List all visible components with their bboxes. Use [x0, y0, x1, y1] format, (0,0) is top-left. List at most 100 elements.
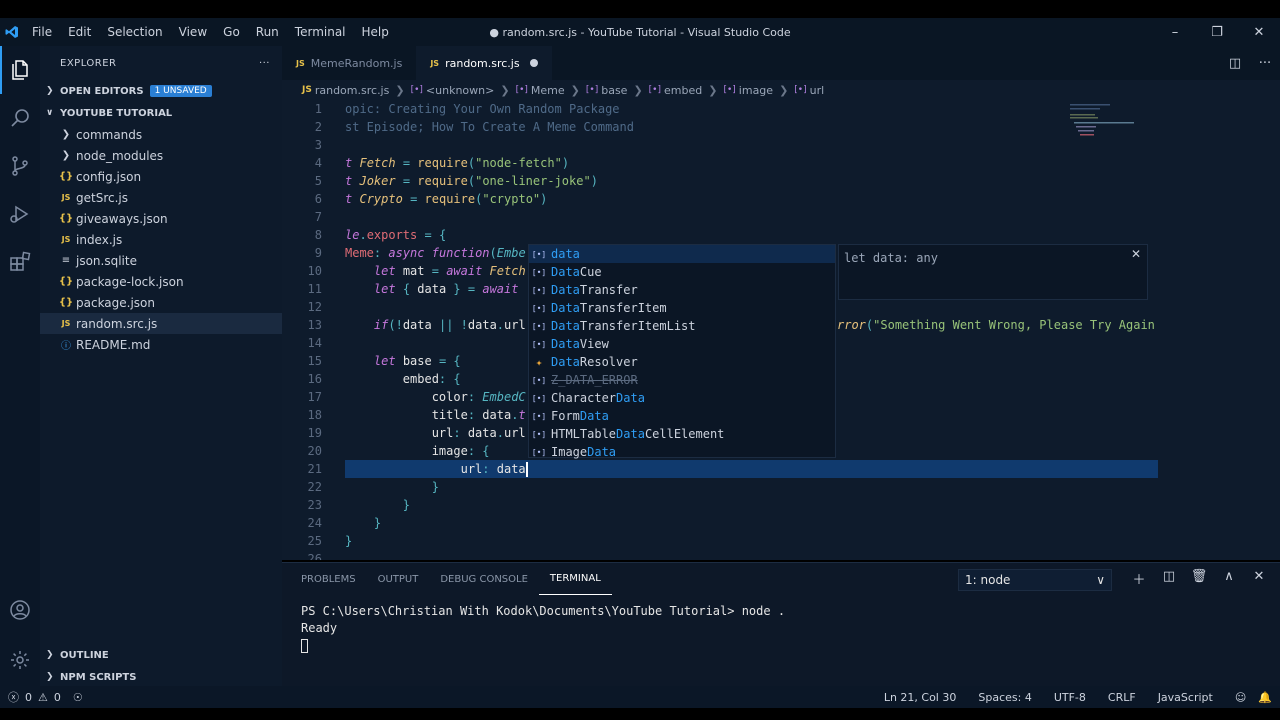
explorer-icon[interactable]	[0, 46, 40, 94]
panel-tab-terminal[interactable]: TERMINAL	[538, 563, 612, 595]
file-tree-item[interactable]: JS getSrc.js	[40, 187, 282, 208]
warning-icon[interactable]: ⚠	[38, 691, 48, 704]
unsaved-dot-icon[interactable]	[529, 59, 538, 67]
suggestion-item[interactable]: [•] DataCue	[529, 263, 835, 281]
menu-run[interactable]: Run	[248, 25, 287, 39]
code-line[interactable]: 21 url: data	[282, 460, 1280, 478]
minimap[interactable]	[1070, 102, 1160, 142]
code-line[interactable]: 8 le.exports = {	[282, 226, 1280, 244]
menu-selection[interactable]: Selection	[99, 25, 170, 39]
source-control-icon[interactable]	[0, 142, 40, 190]
menu-file[interactable]: File	[24, 25, 60, 39]
suggestion-item[interactable]: [•] HTMLTableDataCellElement	[529, 425, 835, 443]
gear-icon[interactable]	[0, 636, 40, 684]
menu-edit[interactable]: Edit	[60, 25, 99, 39]
variable-symbol-icon: [•]	[531, 375, 547, 385]
minimize-button[interactable]: –	[1154, 18, 1196, 46]
file-tree-item[interactable]: ❯ node_modules	[40, 145, 282, 166]
split-editor-icon[interactable]: ◫	[1220, 56, 1250, 71]
code-line[interactable]: 26	[282, 550, 1280, 560]
suggestion-item[interactable]: [•] DataView	[529, 335, 835, 353]
suggestion-item[interactable]: [•] data	[529, 245, 835, 263]
code-line[interactable]: 6 t Crypto = require("crypto")	[282, 190, 1280, 208]
language-mode[interactable]: JavaScript	[1158, 691, 1213, 704]
code-line[interactable]: 7	[282, 208, 1280, 226]
close-window-button[interactable]: ✕	[1238, 18, 1280, 46]
chevron-up-icon[interactable]: ∧	[1214, 569, 1244, 588]
error-icon[interactable]: ⓧ	[8, 689, 19, 705]
terminal-select[interactable]: 1: node ∨	[958, 569, 1112, 591]
cursor-position[interactable]: Ln 21, Col 30	[884, 691, 957, 704]
file-tree-item[interactable]: ≡ json.sqlite	[40, 250, 282, 271]
error-count[interactable]: 0	[25, 691, 32, 704]
suggestion-item[interactable]: [•] ImageData	[529, 443, 835, 461]
indentation[interactable]: Spaces: 4	[978, 691, 1031, 704]
file-tree-item[interactable]: JS random.src.js	[40, 313, 282, 334]
code-line[interactable]: 4 t Fetch = require("node-fetch")	[282, 154, 1280, 172]
code-line[interactable]: 5 t Joker = require("one-liner-joke")	[282, 172, 1280, 190]
breadcrumb-item[interactable]: random.src.js	[315, 84, 390, 97]
new-terminal-icon[interactable]: ＋	[1124, 569, 1154, 588]
panel-tab-output[interactable]: OUTPUT	[367, 563, 430, 595]
npm-scripts-section[interactable]: ❯ NPM SCRIPTS	[40, 666, 282, 688]
suggestion-item[interactable]: [•] CharacterData	[529, 389, 835, 407]
search-icon[interactable]	[0, 94, 40, 142]
tab-random-src[interactable]: JS random.src.js	[416, 46, 552, 80]
panel-tab-debug-console[interactable]: DEBUG CONSOLE	[429, 563, 539, 595]
run-debug-icon[interactable]	[0, 190, 40, 238]
code-text: embed: {	[345, 372, 461, 386]
open-editors-section[interactable]: ❯ OPEN EDITORS 1 UNSAVED	[40, 80, 282, 102]
code-line[interactable]: 22 }	[282, 478, 1280, 496]
notifications-icon[interactable]: 🔔	[1258, 691, 1272, 704]
extensions-icon[interactable]	[0, 238, 40, 286]
warning-count[interactable]: 0	[54, 691, 61, 704]
file-tree-item[interactable]: {} giveaways.json	[40, 208, 282, 229]
file-tree-item[interactable]: {} package.json	[40, 292, 282, 313]
code-line[interactable]: 25}	[282, 532, 1280, 550]
line-ending[interactable]: CRLF	[1108, 691, 1136, 704]
encoding[interactable]: UTF-8	[1054, 691, 1086, 704]
feedback-icon[interactable]: ☺	[1235, 691, 1246, 704]
trash-icon[interactable]: 🗑	[1184, 569, 1214, 588]
menu-help[interactable]: Help	[354, 25, 397, 39]
suggestion-item[interactable]: [•] DataTransferItemList	[529, 317, 835, 335]
file-tree-item[interactable]: JS index.js	[40, 229, 282, 250]
live-share-icon[interactable]: ☉	[73, 691, 83, 704]
code-line[interactable]: 24 }	[282, 514, 1280, 532]
account-icon[interactable]	[0, 586, 40, 634]
panel-tab-problems[interactable]: PROBLEMS	[290, 563, 367, 595]
suggestion-item[interactable]: [•] DataTransferItem	[529, 299, 835, 317]
menu-view[interactable]: View	[171, 25, 215, 39]
outline-section[interactable]: ❯ OUTLINE	[40, 644, 282, 666]
file-tree-item[interactable]: ❯ commands	[40, 124, 282, 145]
tab-memerandom[interactable]: JS MemeRandom.js	[282, 46, 416, 80]
close-panel-icon[interactable]: ✕	[1244, 569, 1274, 588]
info-icon: ⓘ	[61, 341, 71, 352]
code-line[interactable]: 23 }	[282, 496, 1280, 514]
more-actions-icon[interactable]: ···	[259, 58, 270, 69]
file-tree-item[interactable]: ⓘ README.md	[40, 334, 282, 355]
split-terminal-icon[interactable]: ◫	[1154, 569, 1184, 588]
suggestion-item[interactable]: ✦ DataResolver	[529, 353, 835, 371]
workspace-folder-label: YOUTUBE TUTORIAL	[60, 107, 173, 119]
menu-go[interactable]: Go	[215, 25, 248, 39]
breadcrumb-item[interactable]: Meme	[531, 84, 565, 97]
file-tree-item[interactable]: {} package-lock.json	[40, 271, 282, 292]
menu-terminal[interactable]: Terminal	[287, 25, 354, 39]
autocomplete-suggestions[interactable]: [•] data [•] DataCue [•] DataTransfer [•] DataT…	[528, 244, 836, 461]
restore-button[interactable]: ❐	[1196, 18, 1238, 46]
suggestion-item[interactable]: [•] DataTransfer	[529, 281, 835, 299]
breadcrumb-item[interactable]: base	[601, 84, 627, 97]
breadcrumb-item[interactable]: url	[810, 84, 825, 97]
breadcrumb-item[interactable]: embed	[664, 84, 702, 97]
workspace-folder-section[interactable]: ∨ YOUTUBE TUTORIAL	[40, 102, 282, 124]
file-tree-item[interactable]: {} config.json	[40, 166, 282, 187]
close-icon[interactable]: ✕	[1131, 247, 1141, 261]
breadcrumb-item[interactable]: image	[739, 84, 773, 97]
suggestion-item[interactable]: [•] FormData	[529, 407, 835, 425]
more-actions-icon[interactable]: ···	[1250, 56, 1280, 71]
terminal-output[interactable]: PS C:\Users\Christian With Kodok\Documen…	[301, 603, 785, 654]
suggestion-detail: let data: any ✕	[838, 244, 1148, 300]
breadcrumb-item[interactable]: <unknown>	[426, 84, 494, 97]
suggestion-item[interactable]: [•] Z_DATA_ERROR	[529, 371, 835, 389]
